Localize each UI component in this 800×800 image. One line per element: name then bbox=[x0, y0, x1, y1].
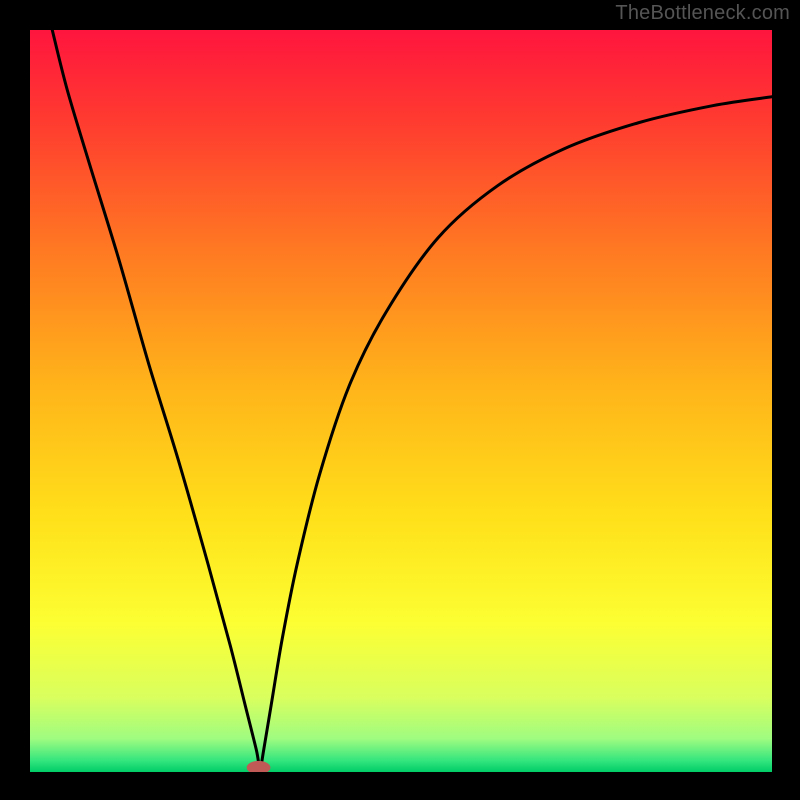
gradient-background bbox=[30, 30, 772, 772]
chart-frame: TheBottleneck.com bbox=[0, 0, 800, 800]
watermark-text: TheBottleneck.com bbox=[615, 2, 790, 25]
chart-svg bbox=[30, 30, 772, 772]
plot-area bbox=[30, 30, 772, 772]
